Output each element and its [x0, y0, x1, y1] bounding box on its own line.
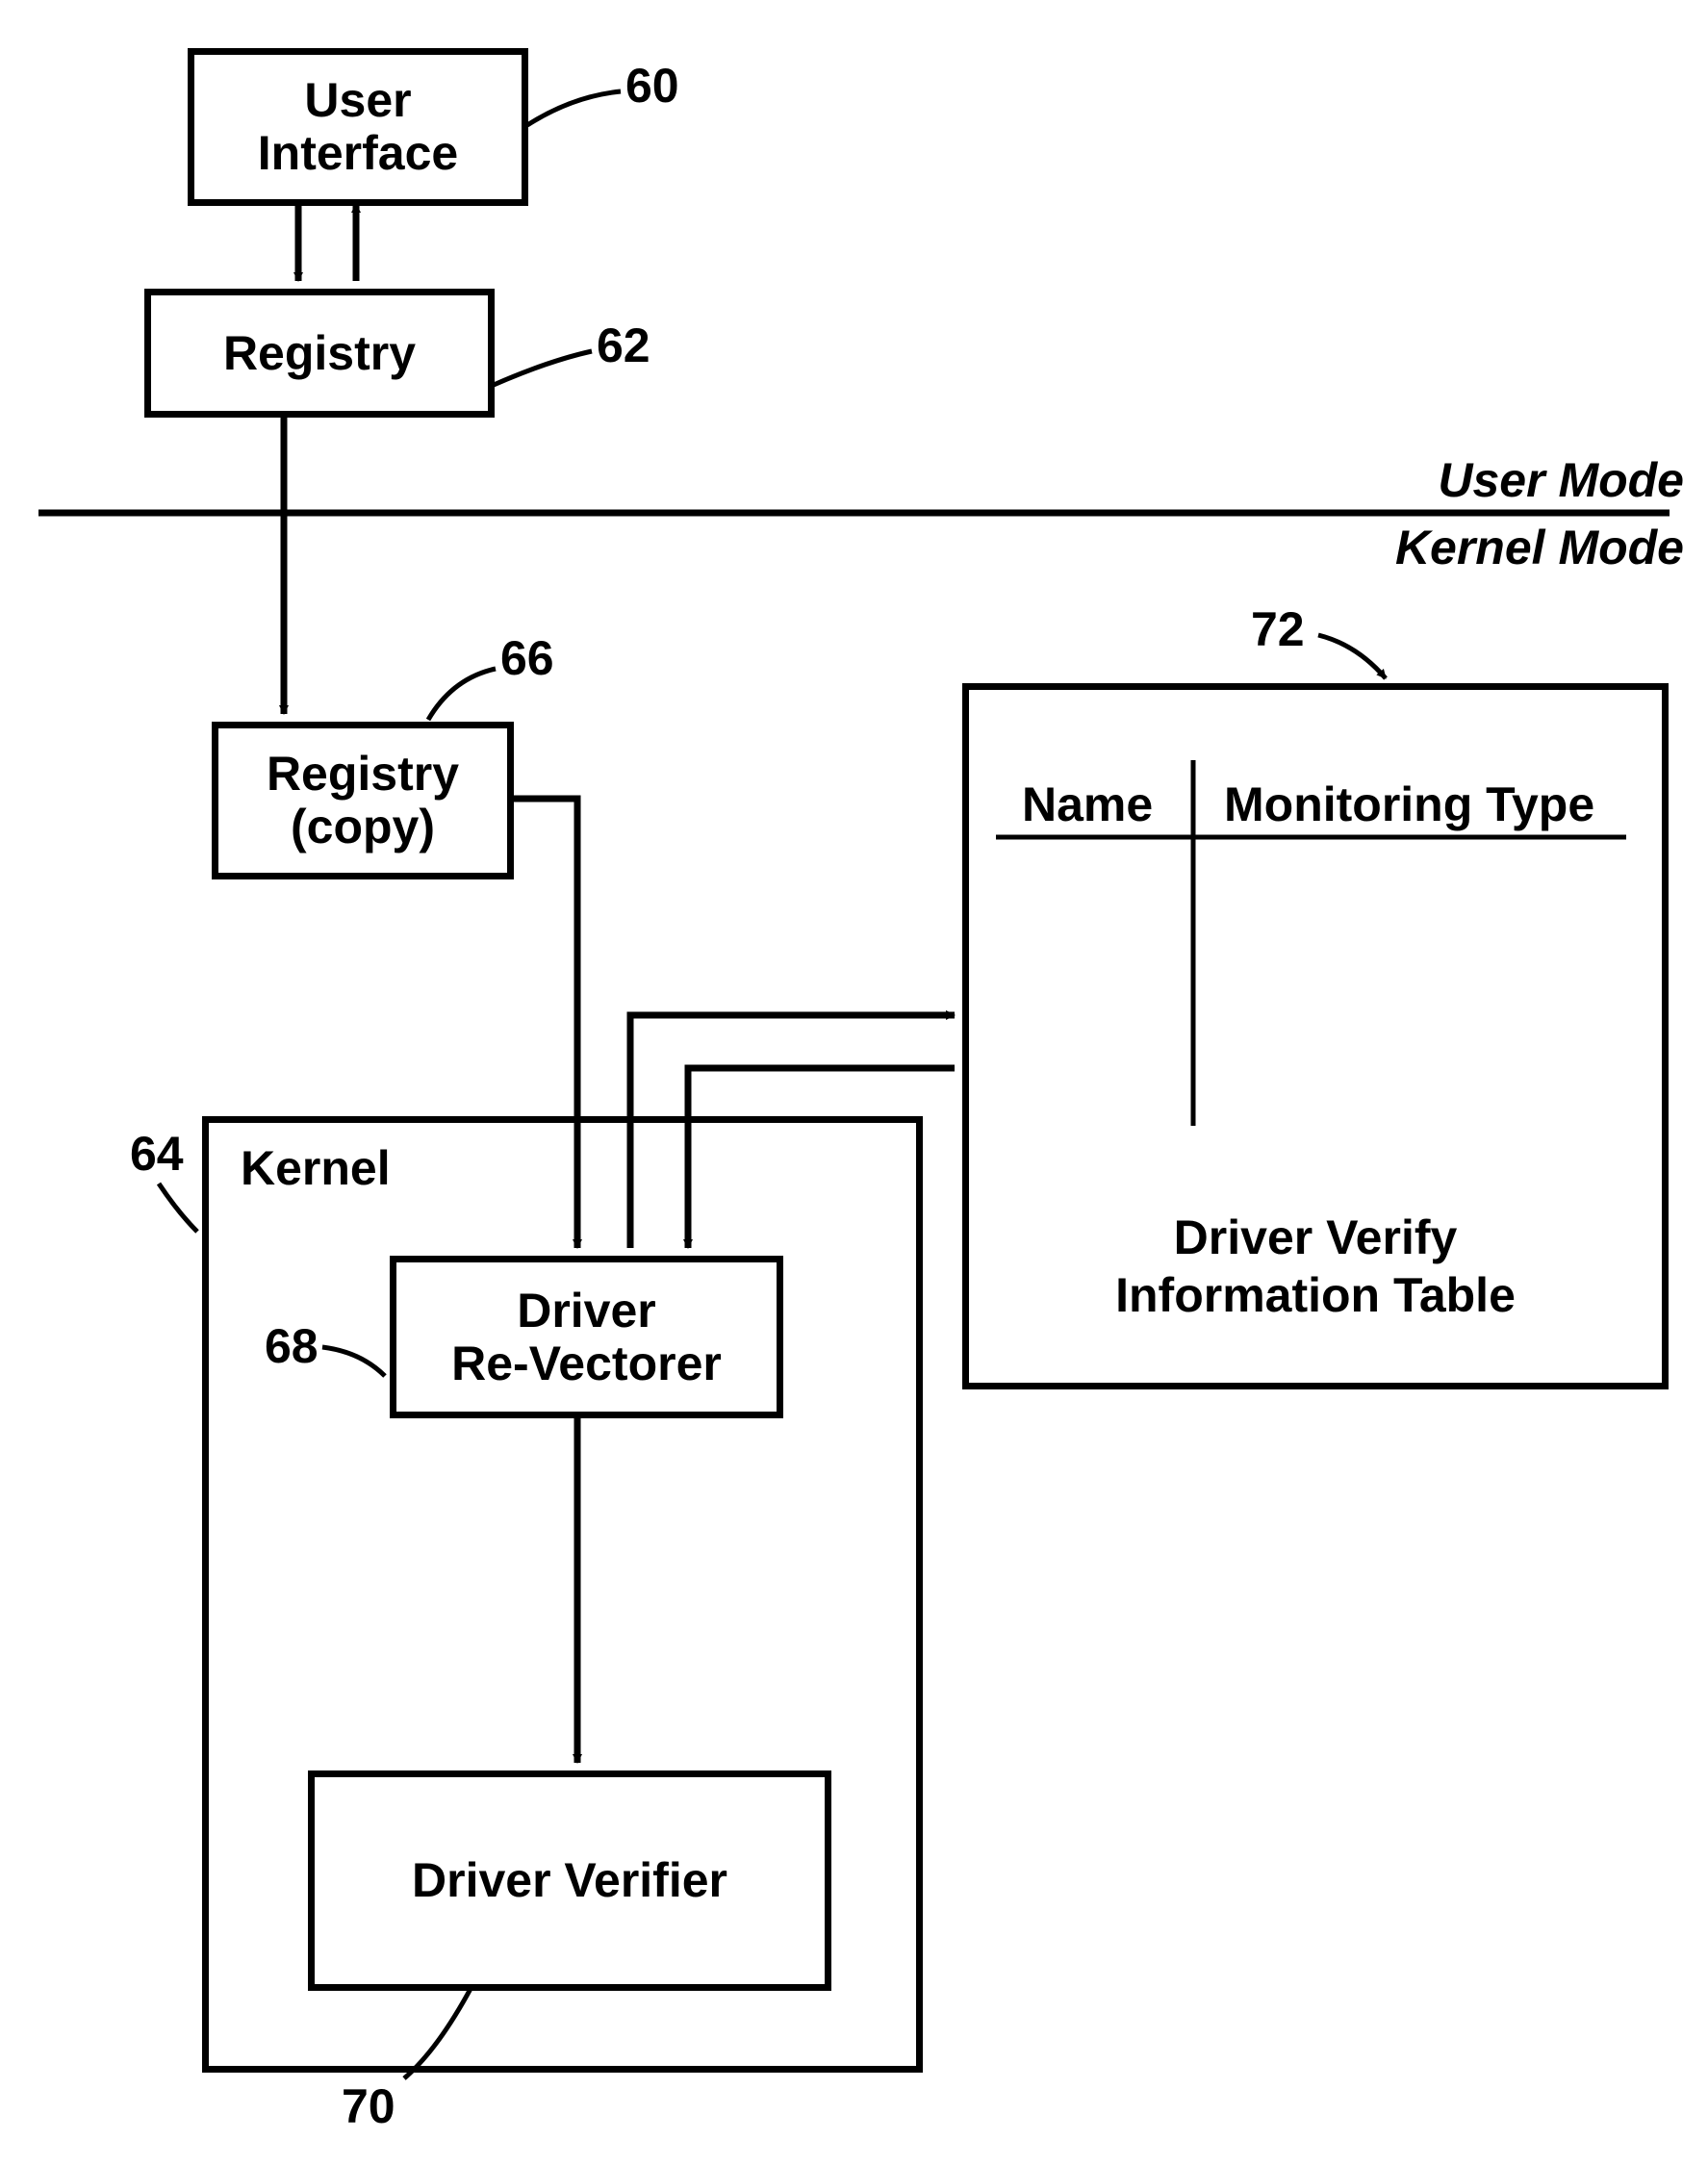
diagram-canvas: User Interface Registry Registry (copy) … — [0, 0, 1708, 2165]
diagram-connectors — [0, 0, 1708, 2165]
